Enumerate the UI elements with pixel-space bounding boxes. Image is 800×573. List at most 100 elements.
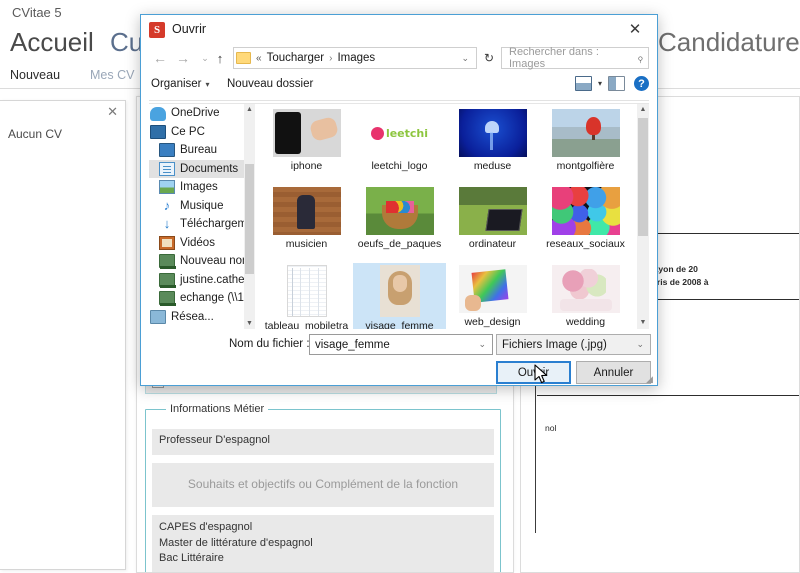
sidebar-list: OneDrive Ce PC Bureau Documents Images ♪ Musiq… bbox=[149, 104, 255, 326]
dialog-navigation-bar: ← → ⌄ ↑ « Toucharger › Images ⌄ ↻ Recher… bbox=[149, 45, 649, 71]
sidebar-item-musique[interactable]: ♪ Musique bbox=[149, 197, 255, 216]
chevron-down-icon[interactable]: ⌄ bbox=[472, 339, 492, 350]
file-label: oeufs_de_paques bbox=[357, 238, 442, 250]
tab-accueil[interactable]: Accueil bbox=[10, 27, 94, 58]
network-drive-icon bbox=[159, 291, 176, 307]
chevron-down-icon[interactable]: ⌄ bbox=[630, 339, 650, 350]
breadcrumb-item-0[interactable]: Toucharger bbox=[267, 52, 325, 64]
thumbnail-image bbox=[379, 265, 420, 317]
sidebar-item-label: Bureau bbox=[180, 144, 218, 157]
tab-candidatures[interactable]: Candidatures bbox=[658, 27, 800, 58]
resize-grip-icon[interactable]: ◢ bbox=[646, 375, 655, 384]
file-item[interactable]: leetchi leetchi_logo bbox=[353, 107, 446, 185]
file-label: wedding bbox=[565, 316, 606, 328]
sidebar-item-justine-catherine[interactable]: justine.catherine bbox=[149, 271, 255, 290]
dialog-toolbar: Organiser ▾ Nouveau dossier ▾ ? bbox=[149, 74, 649, 101]
up-arrow-icon[interactable]: ↑ bbox=[209, 45, 231, 71]
breadcrumb-item-1[interactable]: Images bbox=[337, 52, 375, 64]
forward-arrow-icon[interactable]: → bbox=[172, 45, 194, 71]
filetype-select[interactable]: Fichiers Image (.jpg) ⌄ bbox=[496, 334, 651, 355]
file-label: iphone bbox=[290, 160, 323, 172]
sidebar-item-onedrive[interactable]: OneDrive bbox=[149, 104, 255, 123]
sidebar-item-bureau[interactable]: Bureau bbox=[149, 141, 255, 160]
sidebar-item-documents[interactable]: Documents bbox=[149, 159, 255, 178]
sidebar-scrollbar[interactable]: ▲ ▼ bbox=[244, 104, 255, 329]
back-arrow-icon[interactable]: ← bbox=[149, 45, 171, 71]
scroll-up-icon[interactable]: ▲ bbox=[244, 104, 255, 115]
file-label: visage_femme bbox=[365, 320, 434, 329]
sidebar-item-nouveau-nom[interactable]: Nouveau nom (‹ bbox=[149, 252, 255, 271]
file-thumbnail: leetchi bbox=[365, 109, 434, 157]
cancel-button[interactable]: Annuler bbox=[576, 361, 651, 384]
music-icon: ♪ bbox=[163, 197, 171, 213]
organiser-label: Organiser bbox=[151, 78, 202, 90]
file-thumbnail bbox=[379, 265, 420, 317]
pc-icon bbox=[150, 124, 166, 139]
tab-cu[interactable]: Cu bbox=[110, 27, 143, 58]
sidebar-item-label: Images bbox=[180, 181, 218, 194]
refresh-icon[interactable]: ↻ bbox=[479, 47, 499, 69]
file-item[interactable]: ordinateur bbox=[446, 185, 539, 263]
sidebar-item-echange-192-1[interactable]: echange (\\192.1 bbox=[149, 289, 255, 308]
breadcrumb[interactable]: « Toucharger › Images ⌄ bbox=[233, 47, 477, 69]
dialog-titlebar[interactable]: S Ouvrir ✕ bbox=[141, 15, 657, 45]
scroll-down-icon[interactable]: ▼ bbox=[244, 318, 255, 329]
app-title: CVitae 5 bbox=[12, 5, 62, 20]
preview-pane-icon[interactable] bbox=[608, 76, 625, 91]
file-grid: iphone leetchi leetchi_logo meduse montgolfi… bbox=[260, 107, 636, 329]
file-item[interactable]: tableau_mobiletrans bbox=[260, 263, 353, 329]
network-icon bbox=[150, 309, 166, 324]
file-item[interactable]: reseaux_sociaux bbox=[539, 185, 632, 263]
thumbnail-image bbox=[458, 109, 527, 157]
job-title-field[interactable]: Professeur D'espagnol bbox=[152, 429, 494, 455]
objectives-field[interactable]: Souhaits et objectifs ou Complément de l… bbox=[152, 463, 494, 507]
chevron-down-icon[interactable]: ▾ bbox=[598, 79, 602, 88]
chevron-down-icon: ▾ bbox=[205, 80, 210, 89]
file-item[interactable]: montgolfière bbox=[539, 107, 632, 185]
subtab-mes-cv[interactable]: Mes CV bbox=[90, 68, 134, 82]
thumbnail-image bbox=[458, 187, 527, 235]
file-item[interactable]: meduse bbox=[446, 107, 539, 185]
sidebar-item-t-l-chargement[interactable]: ↓ Téléchargement bbox=[149, 215, 255, 234]
scrollbar-thumb[interactable] bbox=[638, 118, 648, 236]
sidebar-item-vid-os[interactable]: Vidéos bbox=[149, 234, 255, 253]
open-file-dialog: S Ouvrir ✕ ← → ⌄ ↑ « Toucharger › Images… bbox=[140, 14, 658, 386]
chevron-down-icon[interactable]: ⌄ bbox=[454, 53, 476, 64]
file-thumbnail bbox=[551, 265, 620, 313]
search-input[interactable]: Rechercher dans : Images ⌕ bbox=[501, 46, 649, 70]
filetype-value: Fichiers Image (.jpg) bbox=[502, 338, 607, 351]
file-item[interactable]: iphone bbox=[260, 107, 353, 185]
diplomas-field[interactable]: CAPES d'espagnol Master de littérature d… bbox=[152, 515, 494, 572]
view-mode-icon[interactable] bbox=[574, 76, 592, 91]
dialog-footer: Nom du fichier : visage_femme ⌄ Fichiers… bbox=[141, 329, 657, 385]
close-icon[interactable]: ✕ bbox=[613, 15, 657, 43]
file-item[interactable]: web_design bbox=[446, 263, 539, 329]
scroll-down-icon[interactable]: ▼ bbox=[637, 317, 649, 329]
filename-label: Nom du fichier : bbox=[229, 338, 310, 350]
sidebar-item-r-sea[interactable]: Résea... bbox=[149, 308, 255, 327]
file-thumbnail bbox=[286, 265, 327, 317]
file-list-scrollbar[interactable]: ▲ ▼ bbox=[637, 104, 649, 329]
file-item[interactable]: musicien bbox=[260, 185, 353, 263]
open-button[interactable]: Ouvrir bbox=[496, 361, 571, 384]
scrollbar-thumb[interactable] bbox=[245, 164, 254, 274]
informations-metier-fieldset: Informations Métier Professeur D'espagno… bbox=[145, 403, 501, 572]
file-item[interactable]: oeufs_de_paques bbox=[353, 185, 446, 263]
new-folder-button[interactable]: Nouveau dossier bbox=[227, 78, 313, 90]
filename-input[interactable]: visage_femme ⌄ bbox=[309, 334, 493, 355]
network-drive-icon bbox=[159, 254, 176, 270]
organiser-button[interactable]: Organiser ▾ bbox=[151, 78, 210, 90]
file-item[interactable]: wedding bbox=[539, 263, 632, 329]
sidebar-item-label: Résea... bbox=[171, 310, 214, 323]
help-icon[interactable]: ? bbox=[634, 76, 649, 91]
search-placeholder: Rechercher dans : Images bbox=[509, 46, 599, 70]
sidebar-item-ce-pc[interactable]: Ce PC bbox=[149, 123, 255, 142]
file-item[interactable]: visage_femme bbox=[353, 263, 446, 329]
download-icon: ↓ bbox=[163, 216, 171, 232]
filename-value: visage_femme bbox=[315, 338, 390, 351]
subtab-nouveau[interactable]: Nouveau bbox=[10, 68, 60, 82]
scroll-up-icon[interactable]: ▲ bbox=[637, 104, 649, 116]
file-thumbnail bbox=[551, 109, 620, 157]
close-icon[interactable]: ✕ bbox=[107, 105, 118, 118]
sidebar-item-images[interactable]: Images bbox=[149, 178, 255, 197]
